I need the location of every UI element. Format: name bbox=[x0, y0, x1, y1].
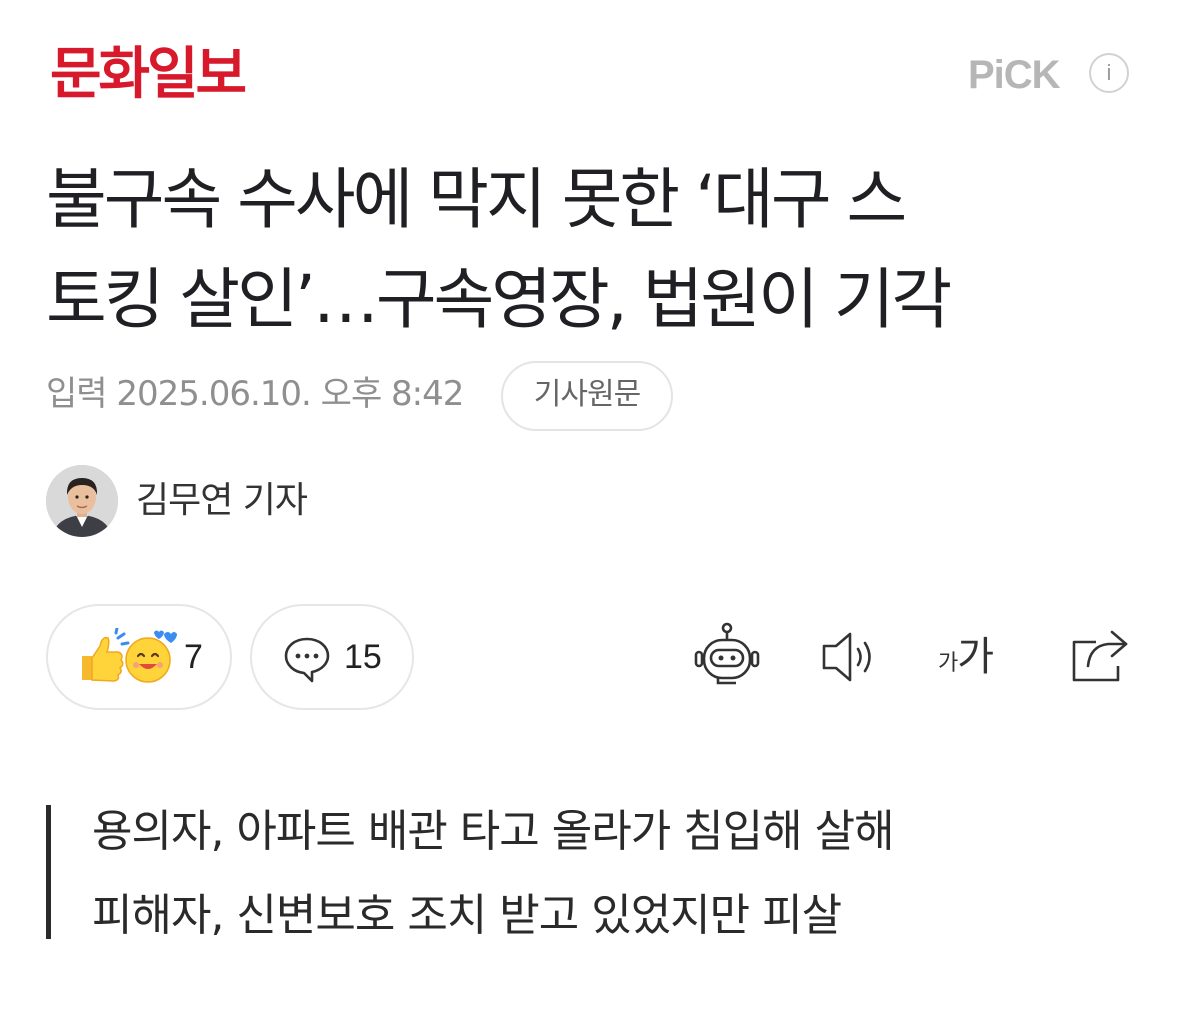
article-summary: 용의자, 아파트 배관 타고 올라가 침입해 살해 피해자, 신변보호 조치 받… bbox=[92, 790, 895, 958]
summary-line-2: 피해자, 신변보호 조치 받고 있었지만 피살 bbox=[92, 890, 842, 941]
comment-count: 15 bbox=[344, 638, 382, 676]
font-size-small-label: 가 bbox=[938, 651, 958, 676]
summary-divider bbox=[46, 805, 51, 939]
summary-line-1: 용의자, 아파트 배관 타고 올라가 침입해 살해 bbox=[92, 806, 895, 857]
comment-button[interactable]: 15 bbox=[250, 604, 414, 710]
robot-summary-icon[interactable] bbox=[692, 620, 762, 690]
pick-badge: PiCK bbox=[968, 53, 1061, 97]
smiling-face-icon bbox=[125, 630, 177, 683]
reporter-avatar[interactable] bbox=[46, 465, 118, 537]
font-size-icon[interactable]: 가가 bbox=[938, 632, 994, 682]
original-article-button[interactable]: 기사원문 bbox=[501, 361, 673, 431]
info-icon[interactable]: i bbox=[1089, 53, 1129, 93]
publisher-logo[interactable]: 문화일보 bbox=[50, 40, 247, 110]
article-headline: 불구속 수사에 막지 못한 ‘대구 스 토킹 살인’…구속영장, 법원이 기각 bbox=[46, 150, 1146, 350]
headline-line-2: 토킹 살인’…구속영장, 법원이 기각 bbox=[46, 261, 952, 338]
headline-line-1: 불구속 수사에 막지 못한 ‘대구 스 bbox=[46, 161, 907, 238]
reaction-button[interactable]: 7 bbox=[46, 604, 232, 710]
speech-bubble-icon bbox=[284, 637, 330, 683]
font-size-large-label: 가 bbox=[957, 634, 994, 680]
speaker-icon[interactable] bbox=[814, 622, 884, 692]
publish-info: 입력 2025.06.10. 오후 8:42 bbox=[46, 372, 464, 416]
share-icon[interactable] bbox=[1066, 622, 1136, 692]
published-label: 입력 bbox=[46, 374, 108, 414]
reaction-emoji-icons bbox=[82, 628, 177, 683]
published-datetime: 2025.06.10. 오후 8:42 bbox=[116, 374, 464, 414]
thumbs-up-icon bbox=[82, 628, 130, 682]
reaction-count: 7 bbox=[184, 638, 203, 676]
reporter-photo bbox=[46, 465, 118, 537]
reporter-name[interactable]: 김무연 기자 bbox=[136, 478, 308, 524]
